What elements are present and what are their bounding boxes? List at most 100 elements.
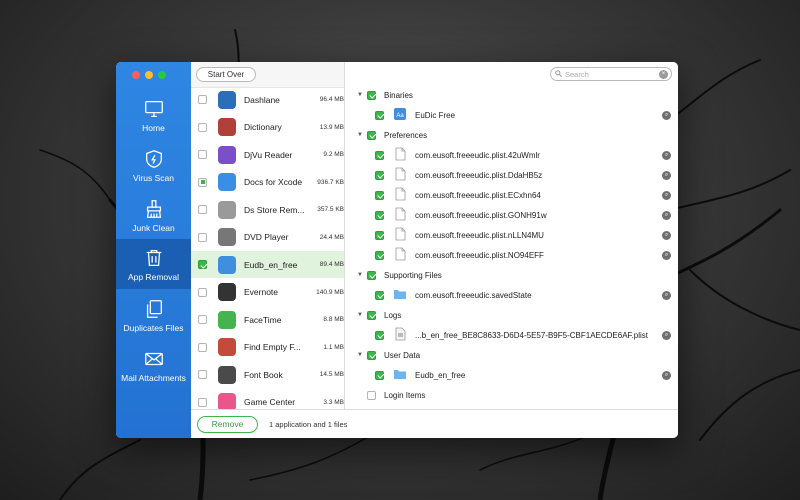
- app-checkbox[interactable]: [198, 260, 207, 269]
- file-checkbox[interactable]: [375, 110, 384, 120]
- sidebar-item-duplicates-files[interactable]: Duplicates Files: [116, 290, 191, 340]
- group-checkbox[interactable]: [367, 310, 376, 320]
- app-checkbox[interactable]: [198, 122, 207, 132]
- sidebar-item-label: Mail Attachments: [121, 373, 186, 383]
- file-label: com.eusoft.freeeudic.plist.DdaHB5z: [415, 170, 543, 180]
- app-size: 8.8 MB: [323, 316, 344, 323]
- start-over-button[interactable]: Start Over: [196, 67, 256, 82]
- reveal-in-finder-icon[interactable]: ⌕: [662, 330, 671, 340]
- app-checkbox[interactable]: [198, 150, 207, 159]
- detail-file-row[interactable]: com.eusoft.freeeudic.plist.42uWmlr ⌕: [346, 145, 678, 165]
- reveal-in-finder-icon[interactable]: ⌕: [662, 250, 671, 260]
- detail-group-row[interactable]: ▼ User Data: [346, 345, 678, 365]
- app-list-item[interactable]: DjVu Reader 9.2 MB: [191, 141, 344, 168]
- app-checkbox[interactable]: [198, 342, 207, 352]
- app-checkbox[interactable]: [198, 287, 207, 297]
- app-list-item[interactable]: Find Empty F... 1.1 MB: [191, 334, 344, 361]
- disclosure-triangle-icon[interactable]: ▼: [353, 272, 367, 278]
- app-checkbox[interactable]: [198, 177, 207, 187]
- app-list-item[interactable]: FaceTime 8.8 MB: [191, 306, 344, 333]
- disclosure-triangle-icon[interactable]: ▼: [353, 132, 367, 138]
- group-label: User Data: [384, 350, 421, 360]
- reveal-in-finder-icon[interactable]: ⌕: [662, 170, 671, 180]
- sidebar-item-virus-scan[interactable]: Virus Scan: [116, 140, 191, 190]
- file-checkbox[interactable]: [375, 370, 384, 380]
- reveal-in-finder-icon[interactable]: ⌕: [662, 190, 671, 200]
- minimize-window-button[interactable]: [145, 71, 153, 79]
- app-list-item[interactable]: Dictionary 13.9 MB: [191, 114, 344, 141]
- sidebar-item-junk-clean[interactable]: Junk Clean: [116, 190, 191, 240]
- detail-file-row[interactable]: com.eusoft.freeeudic.plist.NO94EFF ⌕: [346, 245, 678, 265]
- clear-search-icon[interactable]: ×: [659, 70, 668, 79]
- reveal-in-finder-icon[interactable]: ⌕: [662, 110, 671, 120]
- document-icon: [393, 167, 407, 183]
- group-label: Supporting Files: [384, 270, 442, 280]
- search-icon: [555, 70, 562, 79]
- detail-group-row[interactable]: Login Items: [346, 385, 678, 405]
- group-checkbox[interactable]: [367, 390, 376, 400]
- detail-group-row[interactable]: ▼ Binaries: [346, 85, 678, 105]
- detail-file-row[interactable]: ...b_en_free_BE8C8633-D6D4-5E57-B9F5-CBF…: [346, 325, 678, 345]
- app-icon: [218, 200, 236, 219]
- group-checkbox[interactable]: [367, 270, 376, 280]
- file-checkbox[interactable]: [375, 290, 384, 300]
- mail-icon: [144, 352, 163, 366]
- app-list-item[interactable]: Docs for Xcode 936.7 KB: [191, 169, 344, 196]
- file-checkbox[interactable]: [375, 330, 384, 340]
- app-checkbox[interactable]: [198, 232, 207, 242]
- group-checkbox[interactable]: [367, 90, 376, 100]
- disclosure-triangle-icon[interactable]: ▼: [353, 352, 367, 358]
- folder-icon: [393, 367, 407, 383]
- detail-file-row[interactable]: com.eusoft.freeeudic.savedState ⌕: [346, 285, 678, 305]
- reveal-in-finder-icon[interactable]: ⌕: [662, 150, 671, 160]
- app-list-item[interactable]: Font Book 14.5 MB: [191, 361, 344, 388]
- app-size: 357.5 KB: [317, 206, 344, 213]
- detail-group-row[interactable]: ▼ Logs: [346, 305, 678, 325]
- app-checkbox[interactable]: [198, 397, 207, 407]
- reveal-in-finder-icon[interactable]: ⌕: [662, 230, 671, 240]
- sidebar-item-app-removal[interactable]: App Removal: [116, 239, 191, 289]
- app-name: Dashlane: [244, 94, 280, 105]
- zoom-window-button[interactable]: [158, 71, 166, 79]
- app-checkbox[interactable]: [198, 315, 207, 324]
- search-field[interactable]: Search ×: [550, 67, 672, 81]
- app-list-item[interactable]: Ds Store Rem... 357.5 KB: [191, 196, 344, 223]
- disclosure-triangle-icon[interactable]: ▼: [353, 92, 367, 98]
- close-window-button[interactable]: [132, 71, 140, 79]
- reveal-in-finder-icon[interactable]: ⌕: [662, 290, 671, 300]
- file-checkbox[interactable]: [375, 170, 384, 180]
- detail-group-row[interactable]: ▼ Supporting Files: [346, 265, 678, 285]
- detail-group-row[interactable]: ▼ Preferences: [346, 125, 678, 145]
- app-name: Ds Store Rem...: [244, 204, 305, 215]
- app-list-item[interactable]: Dashlane 96.4 MB: [191, 86, 344, 113]
- sidebar-item-home[interactable]: Home: [116, 90, 191, 140]
- file-checkbox[interactable]: [375, 250, 384, 260]
- detail-file-row[interactable]: com.eusoft.freeeudic.plist.nLLN4MU ⌕: [346, 225, 678, 245]
- remove-button[interactable]: Remove: [197, 416, 258, 433]
- detail-file-row[interactable]: Eudb_en_free ⌕: [346, 365, 678, 385]
- file-label: com.eusoft.freeeudic.plist.ECxhn64: [415, 190, 541, 200]
- app-checkbox[interactable]: [198, 205, 207, 214]
- file-label: com.eusoft.freeeudic.plist.42uWmlr: [415, 150, 540, 160]
- group-checkbox[interactable]: [367, 130, 376, 140]
- app-list-item[interactable]: Evernote 140.9 MB: [191, 279, 344, 306]
- file-checkbox[interactable]: [375, 210, 384, 220]
- file-checkbox[interactable]: [375, 190, 384, 200]
- group-checkbox[interactable]: [367, 350, 376, 360]
- reveal-in-finder-icon[interactable]: ⌕: [662, 370, 671, 380]
- disclosure-triangle-icon[interactable]: ▼: [353, 312, 367, 318]
- file-checkbox[interactable]: [375, 230, 384, 240]
- folder-icon: [393, 287, 407, 303]
- detail-file-row[interactable]: com.eusoft.freeeudic.plist.GONH91w ⌕: [346, 205, 678, 225]
- app-list-item[interactable]: DVD Player 24.4 MB: [191, 224, 344, 251]
- app-list-item[interactable]: Eudb_en_free 89.4 MB: [191, 251, 344, 278]
- sidebar-item-mail-attachments[interactable]: Mail Attachments: [116, 340, 191, 390]
- app-checkbox[interactable]: [198, 95, 207, 104]
- app-checkbox[interactable]: [198, 370, 207, 379]
- reveal-in-finder-icon[interactable]: ⌕: [662, 210, 671, 220]
- detail-file-row[interactable]: Aa EuDic Free ⌕: [346, 105, 678, 125]
- file-checkbox[interactable]: [375, 150, 384, 160]
- sidebar: Home Virus Scan Junk Clean App Removal D…: [116, 62, 191, 438]
- detail-file-row[interactable]: com.eusoft.freeeudic.plist.ECxhn64 ⌕: [346, 185, 678, 205]
- detail-file-row[interactable]: com.eusoft.freeeudic.plist.DdaHB5z ⌕: [346, 165, 678, 185]
